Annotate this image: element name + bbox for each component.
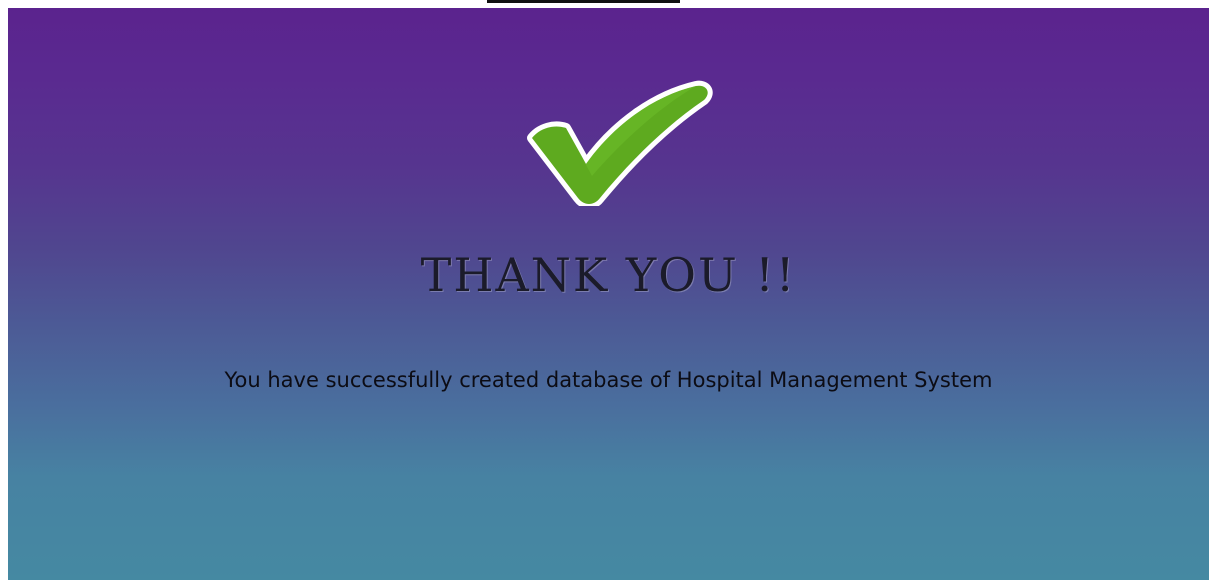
checkmark-icon [518,76,713,206]
top-divider [487,0,680,3]
success-message: You have successfully created database o… [224,368,993,392]
page-title: THANK YOU !! [420,248,797,302]
success-panel: THANK YOU !! You have successfully creat… [8,8,1209,580]
